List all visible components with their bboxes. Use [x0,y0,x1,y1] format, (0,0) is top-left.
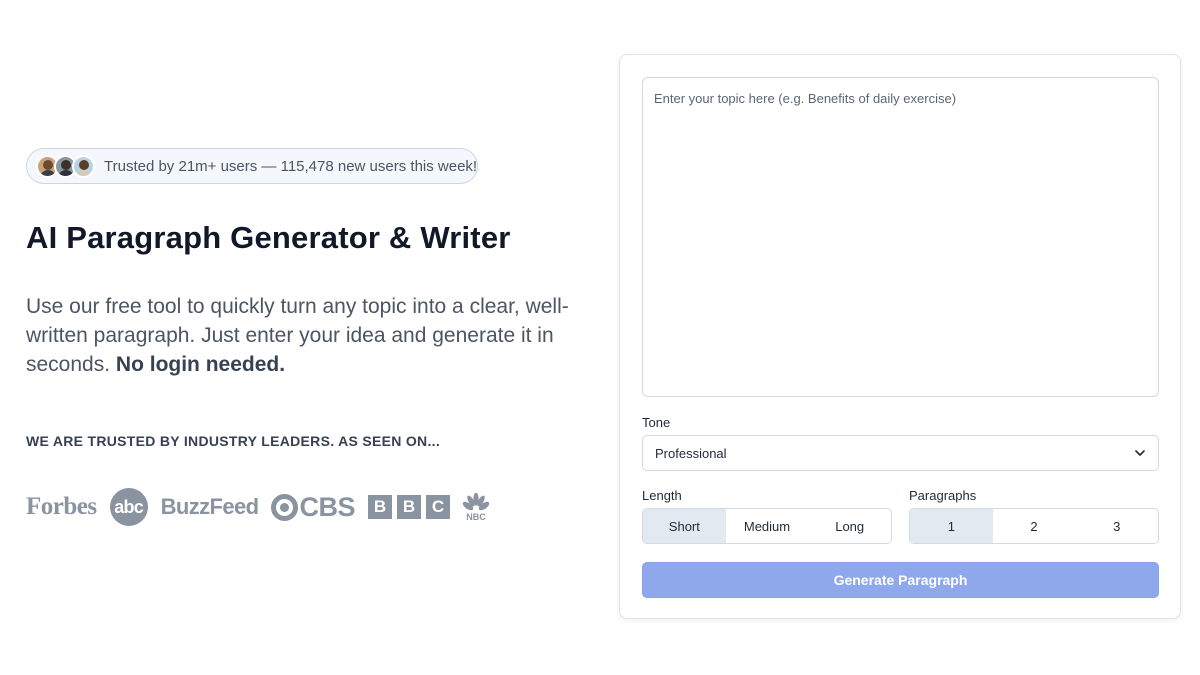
paragraphs-option-2[interactable]: 2 [992,509,1076,543]
generate-paragraph-button[interactable]: Generate Paragraph [642,562,1159,598]
chevron-down-icon [1135,450,1145,456]
trusted-by-label: WE ARE TRUSTED BY INDUSTRY LEADERS. AS S… [26,433,441,449]
nbc-logo-text: NBC [466,511,486,522]
page-title: AI Paragraph Generator & Writer [26,220,511,255]
length-option-medium[interactable]: Medium [725,509,809,543]
bbc-logo-letter: B [397,495,421,519]
nbc-logo: NBC [462,492,490,522]
description-emphasis: No login needed. [115,353,286,376]
peacock-icon [462,492,490,510]
bbc-logo-letter: B [368,495,392,519]
length-label: Length [642,488,682,503]
paragraphs-option-3[interactable]: 3 [1075,509,1158,543]
topic-input[interactable] [642,77,1159,397]
bbc-logo-letter: C [426,495,450,519]
buzzfeed-logo: BuzzFeed [160,494,259,519]
user-avatars [36,154,95,178]
tone-label: Tone [642,415,671,430]
length-option-long[interactable]: Long [808,509,891,543]
page-description: Use our free tool to quickly turn any to… [26,292,571,379]
forbes-logo: Forbes [26,493,97,520]
length-option-short[interactable]: Short [643,509,726,543]
trust-badge: Trusted by 21m+ users — 115,478 new user… [26,148,478,184]
generator-form-card: Tone Professional Length Paragraphs Shor… [619,54,1181,619]
abc-logo: abc [109,488,148,526]
cbs-logo-text: CBS [299,491,355,522]
press-logos: Forbes abc BuzzFeed CBS B B C NBC [26,487,503,527]
paragraphs-label: Paragraphs [909,488,977,503]
paragraphs-option-1[interactable]: 1 [910,509,993,543]
trust-text: Trusted by 21m+ users — 115,478 new user… [104,157,478,175]
paragraphs-selector: 1 2 3 [909,508,1159,544]
length-selector: Short Medium Long [642,508,892,544]
tone-selected-value: Professional [655,445,727,461]
avatar [72,154,95,178]
tone-select[interactable]: Professional [642,435,1159,471]
bbc-logo: B B C [368,495,450,519]
description-text: Use our free tool to quickly turn any to… [26,295,569,376]
cbs-eye-icon [271,493,299,521]
cbs-logo: CBS [271,492,355,523]
